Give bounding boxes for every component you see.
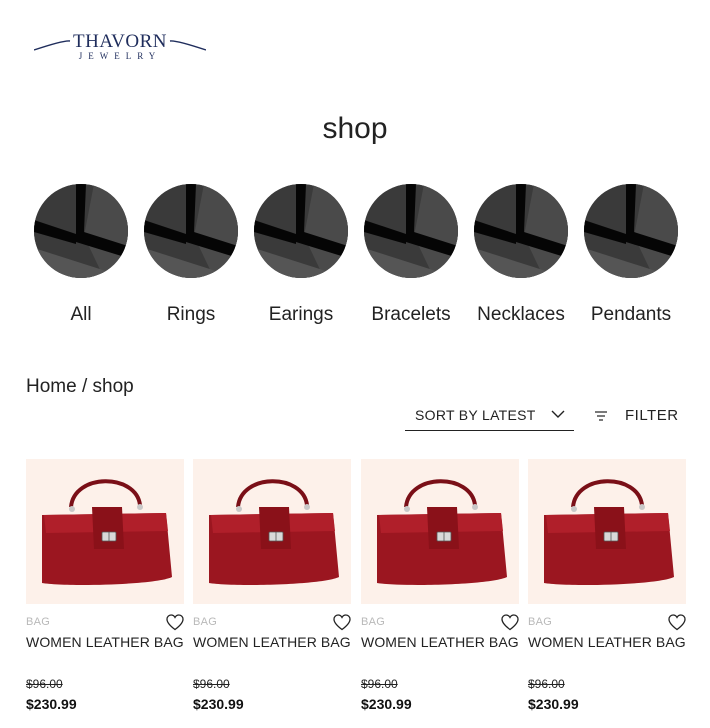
chevron-down-icon bbox=[551, 410, 565, 418]
product-old-price: $96.00 bbox=[193, 677, 230, 691]
filter-label: FILTER bbox=[625, 407, 679, 424]
category-bracelets[interactable]: Bracelets bbox=[356, 184, 466, 330]
category-label: All bbox=[70, 304, 92, 325]
brand-sub: JEWELRY bbox=[79, 51, 162, 61]
product-image[interactable] bbox=[361, 459, 519, 604]
category-thumbnail-icon bbox=[34, 184, 128, 278]
product-name[interactable]: WOMEN LEATHER BAG bbox=[26, 634, 184, 650]
product-old-price: $96.00 bbox=[528, 677, 565, 691]
product-image[interactable] bbox=[193, 459, 351, 604]
category-label: Rings bbox=[166, 304, 216, 325]
product-old-price: $96.00 bbox=[361, 677, 398, 691]
filter-icon bbox=[595, 411, 607, 421]
category-necklaces[interactable]: Necklaces bbox=[466, 184, 576, 330]
sort-label: SORT BY LATEST bbox=[415, 407, 536, 423]
product-price: $230.99 bbox=[361, 696, 412, 712]
product-price: $230.99 bbox=[528, 696, 579, 712]
brand-logo[interactable]: THAVORN JEWELRY bbox=[34, 30, 206, 64]
product-card: BAG WOMEN LEATHER BAG $96.00 $230.99 bbox=[361, 459, 519, 728]
brand-name: THAVORN bbox=[73, 31, 167, 52]
category-label: Necklaces bbox=[477, 304, 565, 325]
product-category: BAG bbox=[193, 616, 218, 628]
product-card: BAG WOMEN LEATHER BAG $96.00 $230.99 bbox=[26, 459, 184, 728]
heart-icon[interactable] bbox=[166, 614, 184, 631]
product-category: BAG bbox=[361, 616, 386, 628]
category-thumbnail-icon bbox=[254, 184, 348, 278]
product-name[interactable]: WOMEN LEATHER BAG bbox=[361, 634, 519, 650]
category-all[interactable]: All bbox=[26, 184, 136, 330]
heart-icon[interactable] bbox=[333, 614, 351, 631]
category-label: Pendants bbox=[590, 304, 672, 325]
breadcrumb-home[interactable]: Home bbox=[26, 376, 77, 397]
category-pendants[interactable]: Pendants bbox=[576, 184, 686, 330]
product-category: BAG bbox=[528, 616, 553, 628]
category-rings[interactable]: Rings bbox=[136, 184, 246, 330]
product-grid: BAG WOMEN LEATHER BAG $96.00 $230.99 BAG bbox=[26, 459, 686, 728]
category-thumbnail-icon bbox=[584, 184, 678, 278]
category-nav: All Rings Earings Bracelets Necklaces Pe… bbox=[26, 184, 686, 330]
category-label: Bracelets bbox=[371, 304, 451, 325]
product-name[interactable]: WOMEN LEATHER BAG bbox=[528, 634, 686, 650]
category-label: Earings bbox=[268, 304, 334, 325]
sort-dropdown[interactable]: SORT BY LATEST bbox=[405, 400, 574, 431]
category-thumbnail-icon bbox=[144, 184, 238, 278]
breadcrumb-separator: / bbox=[81, 376, 88, 397]
filter-button[interactable]: FILTER bbox=[594, 404, 684, 428]
product-category: BAG bbox=[26, 616, 51, 628]
category-thumbnail-icon bbox=[474, 184, 568, 278]
breadcrumb: Home / shop bbox=[26, 376, 134, 398]
page-title: shop bbox=[322, 112, 388, 145]
product-card: BAG WOMEN LEATHER BAG $96.00 $230.99 bbox=[193, 459, 351, 728]
product-old-price: $96.00 bbox=[26, 677, 63, 691]
product-card: BAG WOMEN LEATHER BAG $96.00 $230.99 bbox=[528, 459, 686, 728]
breadcrumb-current: shop bbox=[92, 376, 134, 397]
product-name[interactable]: WOMEN LEATHER BAG bbox=[193, 634, 351, 650]
product-image[interactable] bbox=[26, 459, 184, 604]
category-thumbnail-icon bbox=[364, 184, 458, 278]
heart-icon[interactable] bbox=[501, 614, 519, 631]
product-price: $230.99 bbox=[26, 696, 77, 712]
heart-icon[interactable] bbox=[668, 614, 686, 631]
product-image[interactable] bbox=[528, 459, 686, 604]
product-price: $230.99 bbox=[193, 696, 244, 712]
category-earings[interactable]: Earings bbox=[246, 184, 356, 330]
